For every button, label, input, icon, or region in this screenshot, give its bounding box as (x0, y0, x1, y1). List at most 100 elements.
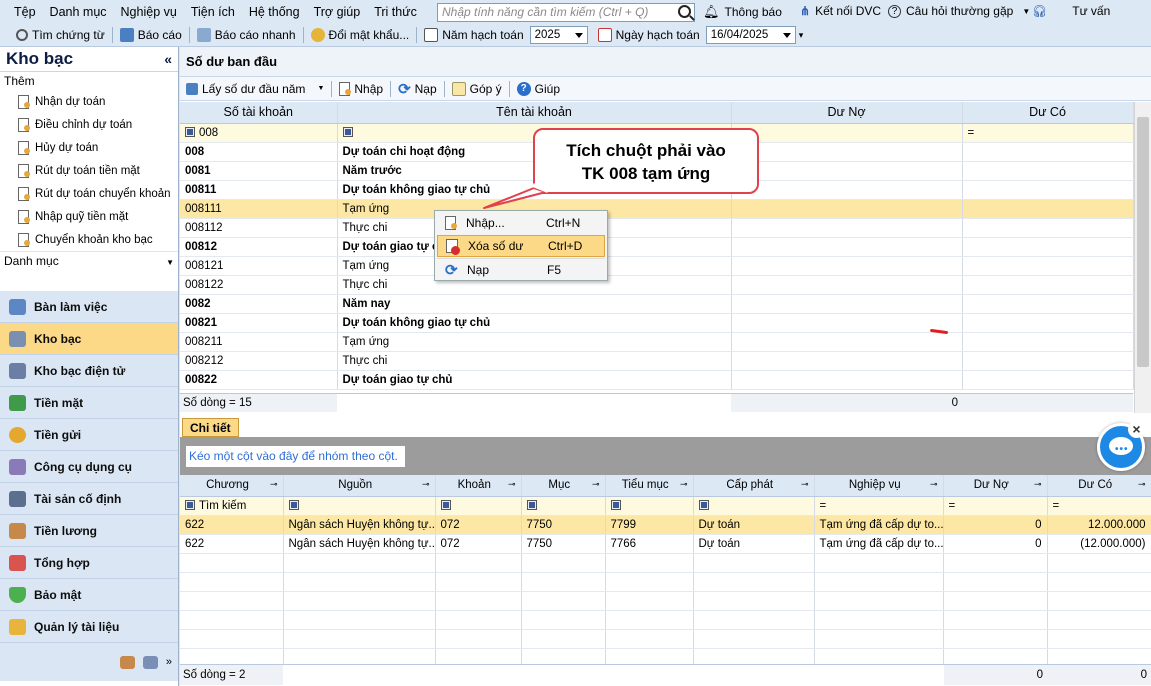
consult-link[interactable]: 🎧︎ Tư vấn (1032, 4, 1110, 18)
expand-icon[interactable]: » (166, 656, 172, 668)
pin-icon[interactable]: ⊸ (1138, 479, 1146, 490)
grid-scrollbar[interactable] (1134, 102, 1151, 413)
menu-operations[interactable]: Nghiệp vụ (114, 5, 184, 19)
close-icon[interactable]: × (1128, 421, 1145, 438)
filter-cell[interactable] (283, 496, 436, 516)
pin-icon[interactable]: ⊸ (422, 479, 430, 490)
table-row[interactable]: 00821 Dự toán không giao tự chủ (180, 313, 1134, 333)
table-row[interactable]: 008122 Thực chi (180, 275, 1134, 295)
nav-cash[interactable]: Tiền mặt (0, 387, 178, 419)
tab-detail[interactable]: Chi tiết (182, 418, 239, 437)
pin-icon[interactable]: ⊸ (592, 479, 600, 490)
nav-documents[interactable]: Quản lý tài liệu (0, 611, 178, 643)
notification-link[interactable]: 🔔︎ Thông báo (703, 4, 782, 20)
nav-e-treasury[interactable]: Kho bạc điện tử (0, 355, 178, 387)
sidebar-item-receive-budget[interactable]: Nhận dự toán (0, 90, 178, 113)
column-account-name[interactable]: Tên tài khoản (337, 102, 732, 124)
scrollbar-thumb[interactable] (1137, 117, 1149, 367)
table-row[interactable]: 00812 Dự toán giao tự chủ (180, 237, 1134, 257)
sidebar-section-catalog[interactable]: Danh mục ▼ (0, 251, 178, 271)
filter-cell[interactable]: Tìm kiếm (180, 496, 284, 516)
filter-cell[interactable]: = (814, 496, 944, 516)
sidebar-item-treasury-transfer[interactable]: Chuyển khoản kho bạc (0, 228, 178, 251)
detail-column-header[interactable]: Khoản ⊸ (435, 475, 522, 497)
collapse-icon[interactable]: « (164, 51, 172, 67)
filter-cell[interactable] (605, 496, 694, 516)
menu-file[interactable]: Tệp (0, 5, 43, 19)
search-icon[interactable] (678, 5, 691, 18)
filter-credit-cell[interactable]: = (962, 123, 1134, 143)
table-row[interactable]: 008212 Thực chi (180, 351, 1134, 371)
menu-help[interactable]: Trợ giúp (307, 5, 368, 19)
filter-account-cell[interactable]: 008 (180, 123, 338, 143)
change-password-button[interactable]: Đổi mật khẩu... (305, 28, 416, 42)
detail-column-header[interactable]: Dư Có ⊸ (1047, 475, 1151, 497)
feedback-button[interactable]: Góp ý (446, 81, 508, 96)
filter-cell[interactable] (693, 496, 815, 516)
filter-cell[interactable] (521, 496, 606, 516)
quick-report-button[interactable]: Báo cáo nhanh (191, 28, 302, 42)
toolbar-overflow-icon[interactable]: ▾ (799, 30, 804, 41)
context-delete-balance-item[interactable]: Xóa số dư Ctrl+D (437, 235, 605, 257)
nav-summary[interactable]: Tổng hợp (0, 547, 178, 579)
detail-column-header[interactable]: Dư Nợ ⊸ (943, 475, 1048, 497)
nav-payroll[interactable]: Tiền lương (0, 515, 178, 547)
nav-deposit[interactable]: Tiền gửi (0, 419, 178, 451)
filter-cell[interactable]: = (943, 496, 1048, 516)
feature-search-input[interactable]: Nhập tính năng cần tìm kiếm (Ctrl + Q) (437, 3, 695, 22)
detail-column-header[interactable]: Chương ⊸ (180, 475, 284, 497)
pin-icon[interactable]: ⊸ (930, 479, 938, 490)
context-reload-item[interactable]: ⟳ Nạp F5 (437, 258, 605, 280)
table-row[interactable]: 008121 Tạm ứng (180, 256, 1134, 276)
table-row[interactable]: 0082 Năm nay (180, 294, 1134, 314)
sidebar-item-cancel-budget[interactable]: Hủy dự toán (0, 136, 178, 159)
filter-cell[interactable] (435, 496, 522, 516)
menu-system[interactable]: Hệ thống (242, 5, 307, 19)
sidebar-item-withdraw-cash[interactable]: Rút dự toán tiền mặt (0, 159, 178, 182)
find-voucher-button[interactable]: Tìm chứng từ (0, 28, 111, 42)
menu-catalog[interactable]: Danh mục (43, 5, 114, 19)
table-row[interactable]: 008112 Thực chi (180, 218, 1134, 238)
pin-icon[interactable]: ⊸ (1034, 479, 1042, 490)
report-button[interactable]: Báo cáo (114, 28, 188, 42)
faq-link[interactable]: ? Câu hỏi thường gặp ▼ (888, 4, 1030, 18)
reload-button[interactable]: ⟳ Nạp (392, 80, 443, 98)
detail-column-header[interactable]: Mục ⊸ (521, 475, 606, 497)
detail-column-header[interactable]: Cấp phát ⊸ (693, 475, 815, 497)
menu-utilities[interactable]: Tiện ích (184, 5, 242, 19)
briefcase-icon[interactable] (119, 655, 135, 669)
column-credit[interactable]: Dư Có (962, 102, 1134, 124)
sidebar-item-adjust-budget[interactable]: Điều chỉnh dự toán (0, 113, 178, 136)
get-opening-balance-button[interactable]: Lấy số dư đầu năm ▼ (180, 82, 330, 96)
year-select[interactable]: 2025 (529, 26, 588, 44)
edit-icon[interactable] (142, 655, 158, 669)
table-row[interactable]: 00822 Dự toán giao tự chủ (180, 370, 1134, 390)
sidebar-item-withdraw-transfer[interactable]: Rút dự toán chuyển khoản (0, 182, 178, 205)
nav-security[interactable]: Bảo mật (0, 579, 178, 611)
detail-column-header[interactable]: Nghiệp vụ ⊸ (814, 475, 944, 497)
connect-dvc-link[interactable]: ⋔ Kết nối DVC (800, 4, 881, 18)
import-button[interactable]: Nhập (333, 81, 389, 96)
pin-icon[interactable]: ⊸ (801, 479, 809, 490)
sidebar-item-cash-deposit[interactable]: Nhập quỹ tiền mặt (0, 205, 178, 228)
pin-icon[interactable]: ⊸ (508, 479, 516, 490)
filter-cell[interactable]: = (1047, 496, 1151, 516)
menu-knowledge[interactable]: Tri thức (367, 5, 424, 19)
table-row[interactable]: 622 Ngân sách Huyện không tự... 072 7750 779… (180, 515, 1151, 535)
context-import-item[interactable]: Nhập... Ctrl+N (437, 212, 605, 234)
detail-column-header[interactable]: Tiểu mục ⊸ (605, 475, 694, 497)
column-account-number[interactable]: Số tài khoản (180, 102, 338, 124)
table-row[interactable]: 008211 Tạm ứng (180, 332, 1134, 352)
pin-icon[interactable]: ⊸ (680, 479, 688, 490)
pin-icon[interactable]: ⊸ (270, 479, 278, 490)
help-button[interactable]: ? Giúp (511, 81, 566, 96)
nav-treasury[interactable]: Kho bạc (0, 323, 178, 355)
detail-column-header[interactable]: Nguồn ⊸ (283, 475, 436, 497)
date-picker[interactable]: 16/04/2025 (705, 26, 796, 44)
filter-debit-cell[interactable] (731, 123, 963, 143)
table-row[interactable]: 008111 Tạm ứng (180, 199, 1134, 219)
nav-desk[interactable]: Bàn làm việc (0, 291, 178, 323)
column-debit[interactable]: Dư Nợ (731, 102, 963, 124)
table-row[interactable]: 622 Ngân sách Huyện không tự... 072 7750 776… (180, 534, 1151, 554)
nav-fixed-assets[interactable]: Tài sản cố định (0, 483, 178, 515)
